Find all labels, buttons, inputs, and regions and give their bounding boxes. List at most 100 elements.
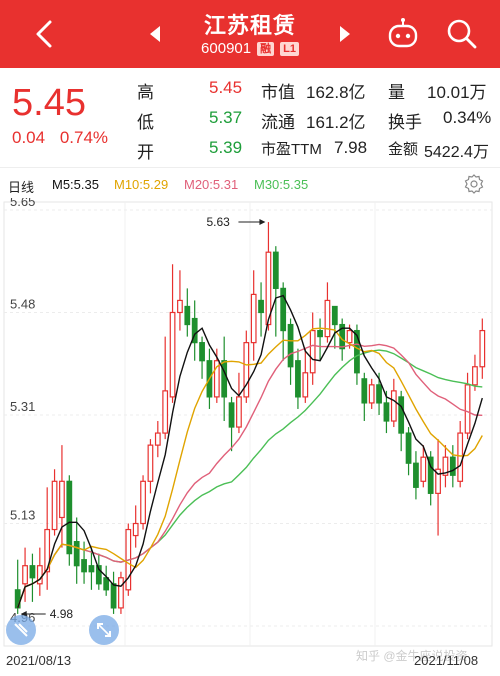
candle-body <box>236 396 242 428</box>
x-start-date: 2021/08/13 <box>6 653 72 668</box>
candle-body <box>110 583 117 609</box>
candle-body <box>272 251 279 289</box>
open-label: 开 <box>137 143 154 162</box>
candle-body <box>51 480 58 531</box>
candle-body <box>81 559 87 573</box>
candle-body <box>405 432 412 464</box>
y-tick-label: 5.31 <box>10 399 35 414</box>
y-tick-label: 5.48 <box>10 296 35 311</box>
collapse-arrows-icon <box>14 623 28 637</box>
candle-body <box>302 372 309 398</box>
ma-legend-bar: 日线 M5:5.35 M10:5.29 M20:5.31 M30:5.35 <box>0 172 500 198</box>
candle-body <box>250 293 257 344</box>
candle-body <box>199 342 205 362</box>
search-icon <box>447 19 477 49</box>
ma20-label: M20:5.31 <box>184 177 239 192</box>
expand-button[interactable] <box>89 615 119 645</box>
candle-body <box>103 577 110 591</box>
quote-panel: 5.45 0.04 0.74% 高 5.45 市值 162.8亿 量 10.01… <box>0 68 500 168</box>
candle-body <box>73 540 80 567</box>
candle-body <box>177 299 183 314</box>
candle-body <box>66 480 73 555</box>
candle-body <box>118 577 124 609</box>
candle-body <box>147 444 154 482</box>
open-value: 5.39 <box>209 138 243 157</box>
low-price-label: 4.98 <box>50 607 74 621</box>
ma10-label: M10:5.29 <box>114 177 169 192</box>
candle-body <box>464 384 471 434</box>
margin-trading-badge: 融 <box>257 41 275 56</box>
candle-body <box>29 565 36 579</box>
low-value: 5.37 <box>209 108 243 127</box>
float-cap-label: 流通 <box>261 113 295 132</box>
candle-body <box>169 311 176 398</box>
market-cap-label: 市值 <box>261 83 295 102</box>
candle-body <box>361 378 368 404</box>
robot-icon <box>388 18 418 48</box>
y-tick-label: 5.65 <box>10 198 35 209</box>
candle-body <box>221 360 228 398</box>
candle-body <box>331 305 338 326</box>
candle-body <box>258 299 264 314</box>
pe-ttm-value: 7.98 <box>334 138 368 157</box>
period-label[interactable]: 日线 <box>8 177 34 196</box>
candle-body <box>390 390 397 422</box>
ma5-label: M5:5.35 <box>52 177 99 192</box>
candle-body <box>22 565 28 585</box>
kline-chart[interactable]: 5.655.485.315.134.965.634.98 <box>0 198 500 650</box>
turnover-value: 0.34% <box>443 108 492 127</box>
candle-body <box>479 329 486 368</box>
pe-ttm-label: 市盈TTM <box>261 141 322 158</box>
high-value: 5.45 <box>209 78 243 97</box>
float-cap-value: 161.2亿 <box>306 113 366 132</box>
kline-svg: 5.655.485.315.134.965.634.98 <box>3 198 493 647</box>
current-price: 5.45 <box>12 82 86 124</box>
candle-body <box>413 462 419 488</box>
candle-body <box>287 323 294 368</box>
candle-body <box>449 456 456 476</box>
price-change-row: 0.04 0.74% <box>12 128 118 148</box>
high-arrow-head <box>259 219 266 226</box>
candle-body <box>228 402 235 428</box>
candle-body <box>184 305 191 326</box>
candle-body <box>346 329 353 344</box>
candle-body <box>376 384 382 404</box>
candle-body <box>162 390 169 434</box>
low-label: 低 <box>137 113 154 132</box>
stock-name: 江苏租赁 <box>203 13 296 38</box>
x-end-date: 2021/11/08 <box>414 653 479 668</box>
candle-body <box>88 565 95 573</box>
next-triangle-icon <box>340 26 350 42</box>
candle-body <box>420 456 427 482</box>
candle-body <box>368 384 375 404</box>
ma30-label: M30:5.35 <box>254 177 309 192</box>
stock-code-row: 600901 融 L1 <box>0 40 500 57</box>
gear-icon <box>464 174 484 194</box>
amount-value: 5422.4万 <box>424 144 489 161</box>
search-button[interactable] <box>446 18 478 50</box>
robot-assistant-button[interactable] <box>386 17 420 51</box>
candle-body <box>243 342 250 398</box>
turnover-label: 换手 <box>388 113 422 132</box>
candle-body <box>324 299 331 338</box>
volume-label: 量 <box>388 83 405 102</box>
candle-body <box>309 329 316 374</box>
collapse-left-button[interactable] <box>6 615 36 645</box>
candle-body <box>317 329 323 338</box>
candle-body <box>154 432 161 446</box>
price-change-pct: 0.74% <box>59 128 109 147</box>
volume-value: 10.01万 <box>427 83 487 102</box>
stock-code: 600901 <box>201 40 252 57</box>
high-price-label: 5.63 <box>206 215 230 229</box>
candle-body <box>280 287 287 332</box>
price-change: 0.04 <box>12 128 46 147</box>
candle-body <box>140 480 146 525</box>
candle-body <box>398 396 405 434</box>
next-stock-button[interactable] <box>336 22 354 46</box>
candle-body <box>132 522 139 537</box>
candle-body <box>295 360 301 398</box>
chart-settings-button[interactable] <box>464 174 484 194</box>
market-cap-value: 162.8亿 <box>306 83 366 102</box>
candle-body <box>383 402 390 422</box>
high-label: 高 <box>137 83 154 102</box>
